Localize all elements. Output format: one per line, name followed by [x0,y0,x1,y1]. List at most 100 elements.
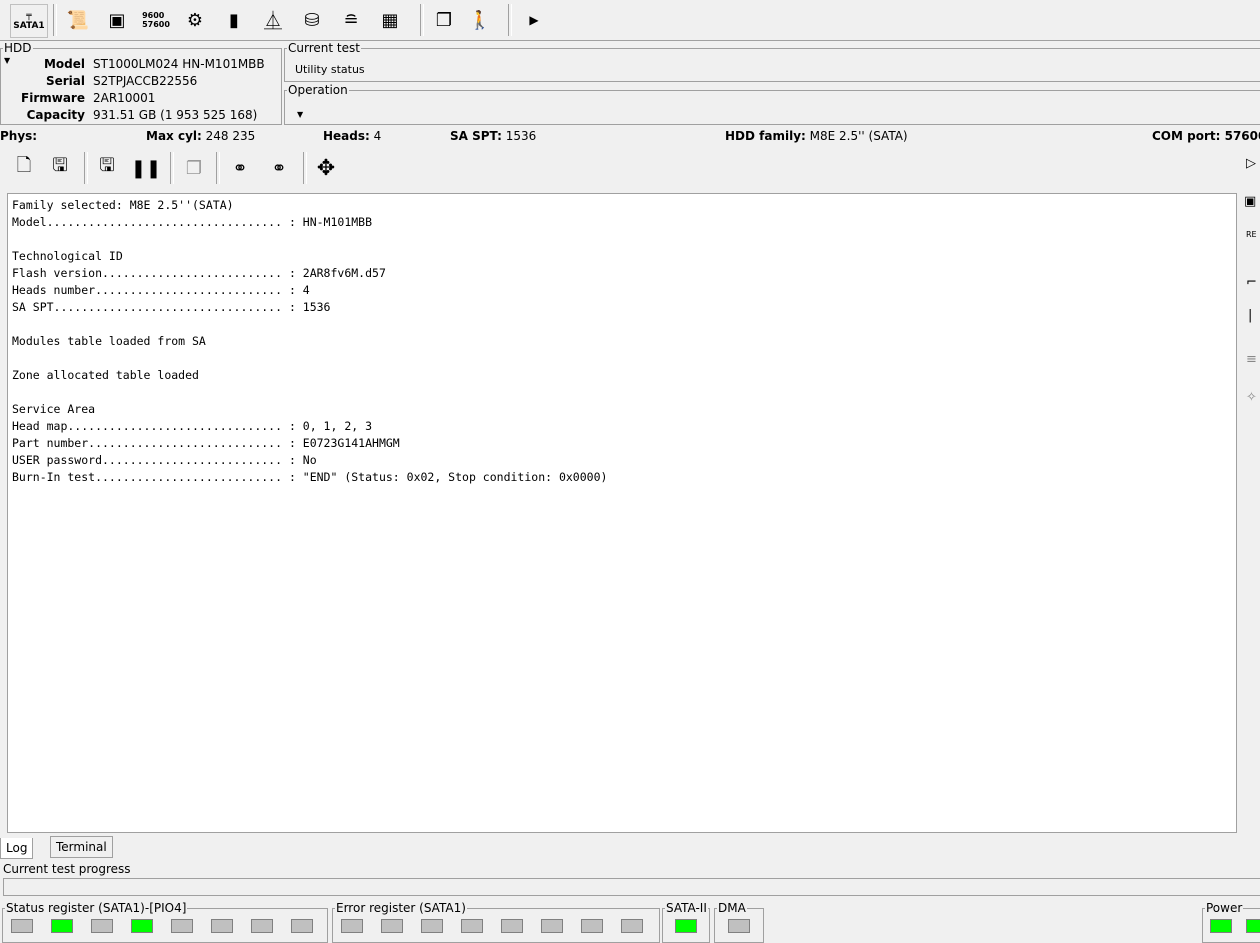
layers-icon[interactable]: ≘ [335,4,367,36]
serial-label: Serial [45,74,85,88]
sa-spt-label: SA SPT: [450,129,502,143]
log-line: Family selected: M8E 2.5''(SATA) [12,198,234,212]
serial-value: S2TPJACCB22556 [93,74,198,88]
play-icon[interactable]: ▷ [1246,156,1260,172]
error-led [381,919,403,933]
log-line: Burn-In test........................... … [12,470,608,484]
log-toolbar: 🗋 🖫 🖫 ❚❚ ❐ ⚭ ⚭ ✥ [0,148,1240,190]
exit-icon[interactable]: 🚶 [464,4,496,36]
operation-title: Operation [288,83,348,97]
port-select-button[interactable]: ╤ SATA1 [10,4,48,38]
pause-icon[interactable]: | [1248,308,1260,324]
power-led [1210,919,1232,933]
status-led [211,919,233,933]
load-icon[interactable]: 🖫 [44,152,76,184]
ruler-icon[interactable]: ⏅ [257,4,289,36]
windows-icon[interactable]: ❐ [428,4,460,36]
chip-icon[interactable]: ▣ [1244,194,1258,210]
model-label: Model [43,57,85,71]
status-led [51,919,73,933]
com-port: COM port: 57600 b [1152,129,1260,143]
log-line: SA SPT................................. … [12,300,331,314]
reset-icon[interactable]: RE [1246,230,1260,246]
log-line: Modules table loaded from SA [12,334,206,348]
open-settings-icon[interactable]: 🗋 [8,152,40,184]
power-title: Power [1206,901,1243,915]
pause-icon[interactable]: ❚❚ [130,152,162,184]
copy-icon[interactable]: ❐ [178,152,210,184]
log-line: Heads number........................... … [12,283,310,297]
baud-rate-button[interactable]: 9600 57600 [140,4,172,36]
error-led [621,919,643,933]
dma-led [728,919,750,933]
sata-led [675,919,697,933]
log-line: USER password.......................... … [12,453,317,467]
sata-title: SATA-II [666,901,707,915]
save-icon[interactable]: 🖫 [91,152,123,184]
status-led [291,919,313,933]
disk-icon[interactable]: ⛁ [296,4,328,36]
hdd-family-label: HDD family: [725,129,806,143]
max-cyl: Max cyl: 248 235 [146,129,255,143]
capacity-value: 931.51 GB (1 953 525 168) [93,108,258,122]
error-led [461,919,483,933]
max-cyl-value: 248 235 [205,129,256,143]
info-scroll-icon[interactable]: 📜 [62,4,94,36]
log-line: Technological ID [12,249,123,263]
heads-label: Heads: [323,129,370,143]
dma-title: DMA [718,901,746,915]
find-icon[interactable]: ⚭ [224,152,256,184]
status-led [251,919,273,933]
error-led [421,919,443,933]
hdd-family: HDD family: M8E 2.5'' (SATA) [725,129,908,143]
tab-terminal[interactable]: Terminal [50,836,113,858]
chip-icon[interactable]: ▮ [218,4,250,36]
tools-icon[interactable]: ✧ [1246,390,1260,406]
status-led [11,919,33,933]
status-led [171,919,193,933]
error-led [581,919,603,933]
grid-icon[interactable]: ▦ [374,4,406,36]
max-cyl-label: Max cyl: [146,129,202,143]
gear-disk-icon[interactable]: ⚙ [179,4,211,36]
sa-spt-value: 1536 [505,129,537,143]
list-icon[interactable]: ≡ [1246,352,1260,368]
current-test-title: Current test [288,41,360,55]
heads-value: 4 [373,129,382,143]
right-toolbar: ▷ ▣ RE ⌐ | ≡ ✧ [1240,148,1260,838]
log-line: Service Area [12,402,96,416]
log-line: Model.................................. … [12,215,373,229]
log-line: Part number............................ … [12,436,400,450]
com-port-label: COM port: [1152,129,1221,143]
progress-label: Current test progress [3,862,131,876]
play-icon[interactable]: ▶ [518,4,550,36]
log-line: Flash version.......................... … [12,266,386,280]
hdd-family-value: M8E 2.5'' (SATA) [809,129,908,143]
tab-log[interactable]: Log [0,838,34,859]
log-output[interactable]: Family selected: M8E 2.5''(SATA) Model...… [7,193,1237,833]
operation-panel: Operation [284,83,1260,125]
sa-spt: SA SPT: 1536 [450,129,536,143]
operation-dropdown-icon[interactable]: ▼ [297,110,303,119]
current-test-panel: Current test [284,41,1260,82]
error-register-title: Error register (SATA1) [336,901,466,915]
sata-connector-icon: ╤ [26,11,32,21]
error-led [541,919,563,933]
status-led [91,919,113,933]
com-port-value: 57600 b [1224,129,1260,143]
log-line: Zone allocated table loaded [12,368,199,382]
main-toolbar: ╤ SATA1 📜 ▣ 9600 57600 ⚙ ▮ ⏅ ⛁ ≘ ▦ ❐ 🚶 ▶ [0,0,1260,41]
graph-icon[interactable]: ⌐ [1246,275,1260,291]
hdd-title: HDD [4,41,32,55]
find-next-icon[interactable]: ⚭ [263,152,295,184]
status-register-title: Status register (SATA1)-[PIO4] [6,901,187,915]
phys-label: Phys: [0,129,38,143]
status-led [131,919,153,933]
log-line: Head map............................... … [12,419,373,433]
move-arrows-icon[interactable]: ✥ [310,152,342,184]
drive-id-icon[interactable]: ▣ [101,4,133,36]
firmware-label: Firmware [21,91,85,105]
